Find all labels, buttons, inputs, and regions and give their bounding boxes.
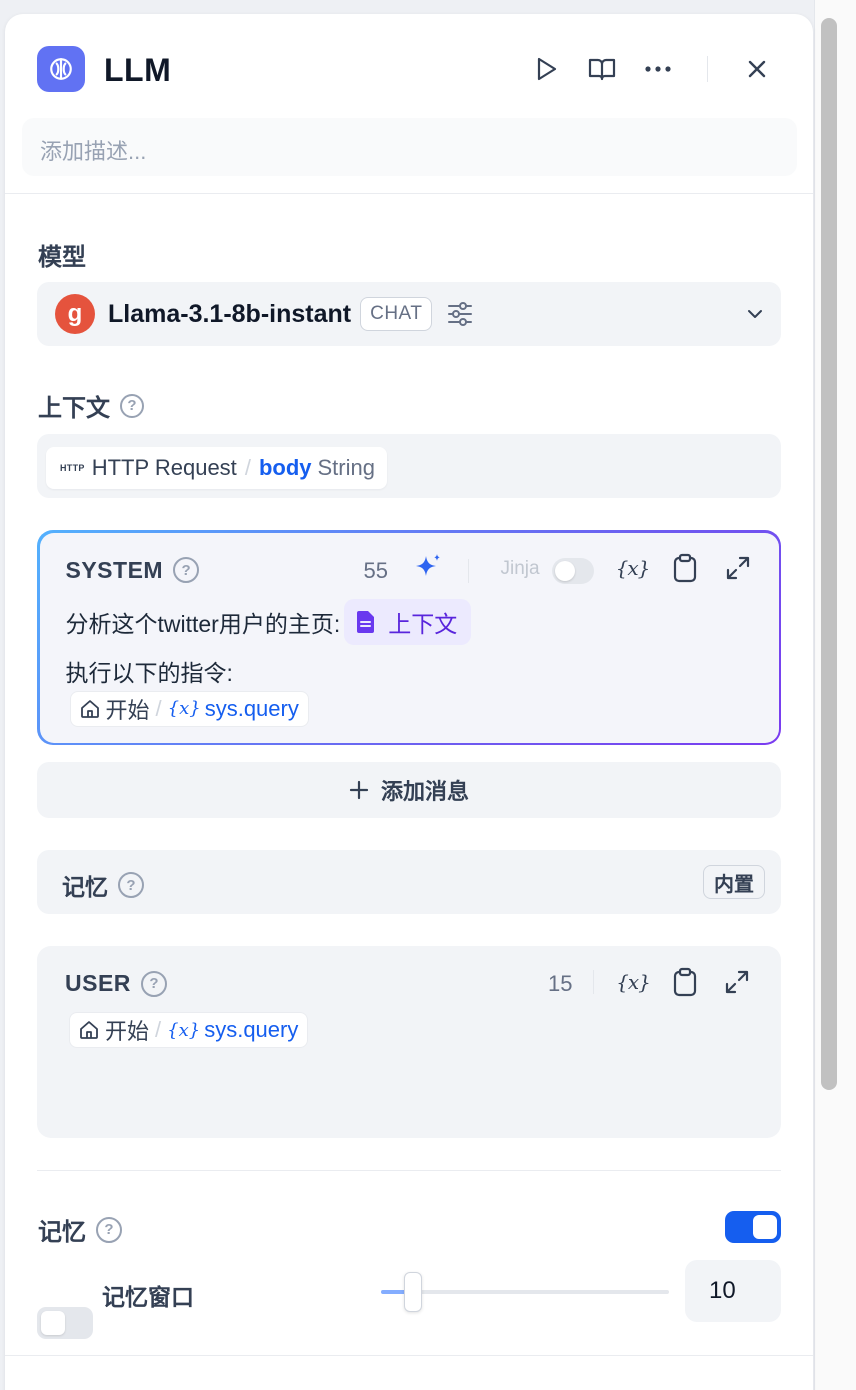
memory-window-toggle[interactable]	[37, 1307, 93, 1339]
system-role-label: SYSTEM	[65, 556, 164, 583]
context-variable-box[interactable]: HTTP HTTP Request / body String	[37, 434, 781, 498]
variable-icon: {x}	[167, 698, 201, 719]
file-icon	[357, 610, 375, 633]
header-divider	[707, 56, 708, 82]
memory-window-slider-track[interactable]	[381, 1290, 669, 1294]
book-open-icon[interactable]	[582, 49, 622, 89]
scrollbar-thumb[interactable]	[821, 18, 837, 1090]
system-header: SYSTEM ?	[66, 557, 200, 584]
expand-icon[interactable]	[721, 551, 755, 585]
sliders-icon[interactable]	[446, 300, 474, 328]
memory-row: 记忆 ? 内置	[37, 850, 781, 914]
toolbar-divider	[593, 970, 594, 994]
help-icon[interactable]: ?	[173, 557, 200, 583]
chip-separator: /	[155, 695, 162, 721]
help-icon[interactable]: ?	[140, 970, 167, 997]
user-header: USER ?	[65, 970, 167, 997]
variable-chip[interactable]: 开始 / {x} sys.query	[69, 1012, 309, 1048]
help-icon[interactable]: ?	[96, 1216, 122, 1243]
memory-window-label: 记忆窗口	[102, 1284, 194, 1310]
prompt-text: 分析这个twitter用户的主页:	[65, 610, 341, 637]
user-prompt-editor[interactable]: USER ? 15 {x} 开始 / {x} sys.query	[37, 946, 781, 1138]
variable-insert-icon[interactable]: {x}	[616, 965, 651, 999]
chip-node-name: HTTP Request	[91, 455, 237, 480]
help-icon[interactable]: ?	[120, 393, 144, 418]
variable-icon: {x}	[167, 1019, 201, 1041]
footer-divider	[5, 1355, 813, 1356]
more-icon[interactable]	[638, 49, 678, 89]
toolbar-divider	[467, 558, 469, 583]
variable-node-name: 开始	[105, 1019, 150, 1044]
run-icon[interactable]	[527, 49, 567, 89]
plus-icon	[349, 780, 369, 800]
description-input[interactable]: 添加描述...	[22, 118, 797, 176]
memory-window-input[interactable]: 10	[685, 1260, 781, 1322]
token-count: 15	[548, 971, 573, 996]
memory-settings-label: 记忆	[38, 1219, 86, 1246]
header-separator	[5, 193, 813, 194]
chip-separator: /	[244, 455, 251, 480]
context-variable-chip[interactable]: HTTP HTTP Request / body String	[46, 447, 387, 489]
context-label-row: 上下文 ?	[38, 388, 144, 423]
variable-name: sys.query	[204, 695, 299, 721]
clipboard-icon[interactable]	[668, 965, 702, 999]
memory-settings-label-row: 记忆 ?	[38, 1212, 122, 1247]
close-icon[interactable]	[737, 49, 777, 89]
expand-icon[interactable]	[720, 965, 754, 999]
http-node-icon: HTTP	[60, 463, 85, 473]
variable-chip[interactable]: 开始 / {x} sys.query	[69, 690, 309, 727]
add-message-button[interactable]: 添加消息	[37, 762, 781, 818]
add-message-label: 添加消息	[380, 779, 469, 804]
memory-toggle[interactable]	[725, 1211, 781, 1243]
node-title[interactable]: LLM	[104, 52, 171, 89]
context-tag[interactable]: 上下文	[344, 598, 472, 645]
memory-window-slider-thumb[interactable]	[404, 1272, 422, 1312]
model-provider-logo: g	[55, 294, 95, 334]
home-icon	[80, 1021, 98, 1039]
home-icon	[80, 699, 99, 718]
user-role-label: USER	[65, 970, 131, 996]
section-divider	[37, 1170, 781, 1171]
clipboard-icon[interactable]	[668, 551, 702, 585]
jinja-label: Jinja	[500, 557, 540, 579]
context-label: 上下文	[38, 395, 110, 422]
memory-label-row: 记忆 ?	[62, 868, 144, 902]
model-label: 模型	[38, 244, 86, 271]
jinja-toggle[interactable]	[551, 557, 594, 584]
chip-separator: /	[155, 1017, 162, 1042]
system-prompt-line-1: 分析这个twitter用户的主页: 上下文	[65, 598, 472, 645]
token-count: 55	[363, 557, 388, 583]
sparkle-icon[interactable]	[412, 552, 444, 589]
memory-label: 记忆	[62, 874, 108, 900]
chip-variable-name: body	[258, 455, 312, 480]
chevron-down-icon[interactable]	[747, 309, 763, 319]
context-tag-label: 上下文	[388, 610, 458, 637]
system-prompt-line-2: 执行以下的指令:	[65, 659, 233, 686]
model-mode-badge: CHAT	[360, 297, 433, 331]
variable-name: sys.query	[204, 1017, 299, 1042]
model-selector[interactable]: g Llama-3.1-8b-instant CHAT	[37, 282, 781, 346]
builtin-badge: 内置	[703, 865, 765, 899]
chip-variable-type: String	[317, 455, 375, 480]
system-prompt-editor[interactable]: SYSTEM ? 55 Jinja {x} 分析这个twitter用户的主页:	[37, 530, 781, 745]
model-name: Llama-3.1-8b-instant	[108, 299, 352, 328]
llm-node-icon	[37, 46, 85, 92]
help-icon[interactable]: ?	[118, 872, 144, 898]
variable-insert-icon[interactable]: {x}	[616, 551, 651, 585]
variable-node-name: 开始	[105, 697, 150, 723]
